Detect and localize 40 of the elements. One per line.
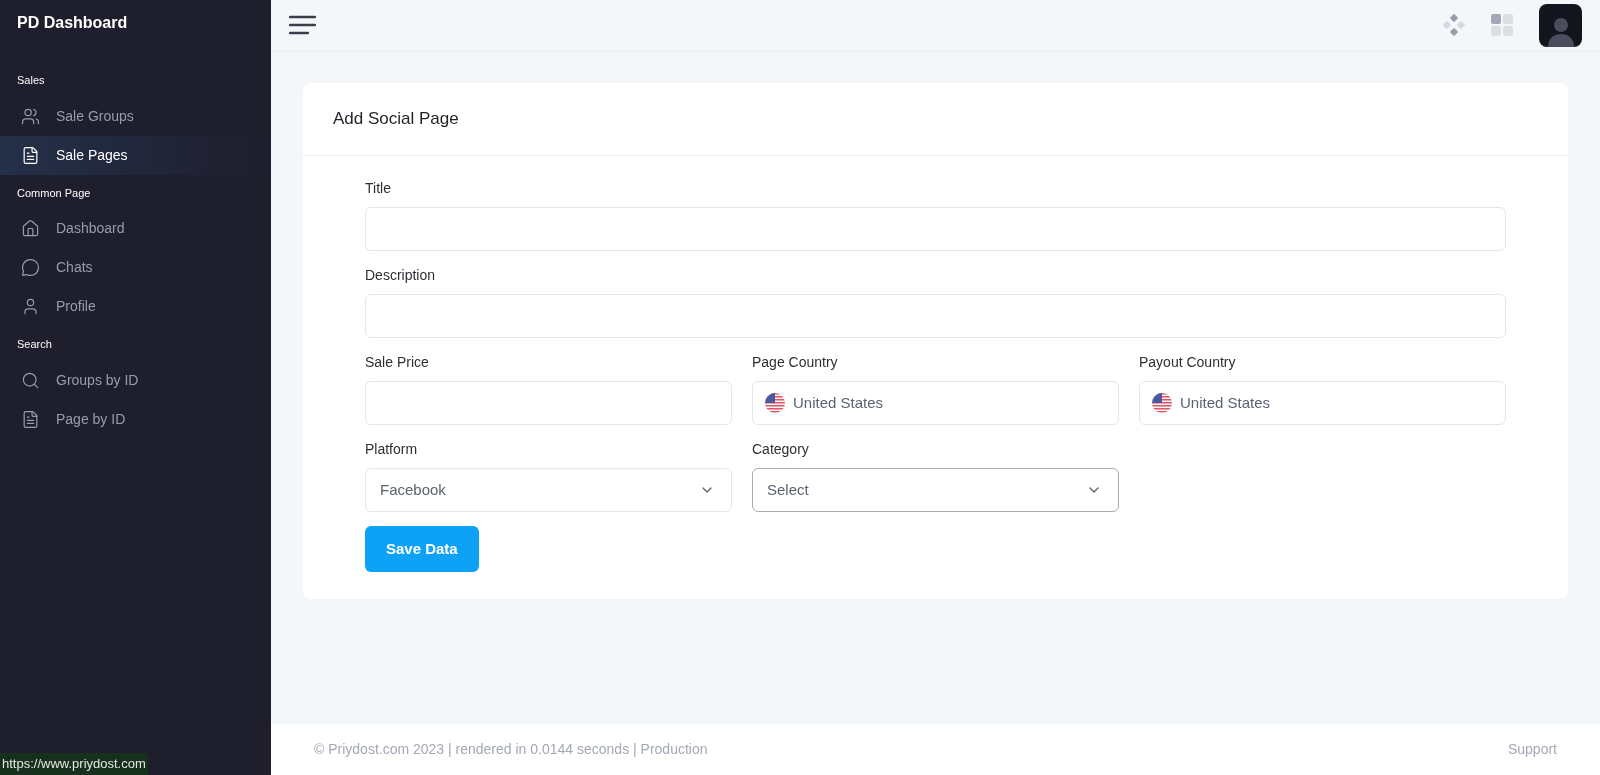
document-icon <box>21 409 40 429</box>
users-icon <box>21 106 40 126</box>
nav-item[interactable]: Chats <box>0 248 271 287</box>
field-label: Sale Price <box>365 353 430 372</box>
avatar[interactable] <box>1539 3 1582 47</box>
card-title: Add Social Page <box>333 108 459 131</box>
chat-bubble-icon <box>21 258 40 277</box>
select-field[interactable]: Facebook <box>365 468 732 512</box>
user-icon <box>21 297 40 316</box>
input-field[interactable] <box>365 294 1506 338</box>
section-heading: Common Page <box>16 185 92 201</box>
nav-item[interactable]: Dashboard <box>0 209 271 248</box>
document-icon <box>21 145 40 165</box>
brand-title: PD Dashboard <box>17 13 128 33</box>
nav-item[interactable]: Sale Groups <box>0 96 271 136</box>
flag-icon <box>765 393 785 413</box>
flag-icon <box>1152 393 1172 413</box>
input-field[interactable] <box>365 381 732 425</box>
nav-item[interactable]: Profile <box>0 287 271 326</box>
link-preview-tooltip: https://www.priydost.com <box>0 753 148 775</box>
country-field[interactable]: United States <box>752 381 1119 425</box>
menu-icon[interactable] <box>289 15 316 35</box>
nav-item[interactable]: Groups by ID <box>0 360 271 400</box>
section-heading: Search <box>16 337 53 352</box>
search-icon <box>21 370 40 390</box>
field-label: Payout Country <box>1139 353 1237 372</box>
country-field[interactable]: United States <box>1139 381 1506 425</box>
section-heading: Sales <box>16 73 46 88</box>
grid-icon[interactable] <box>1491 14 1513 36</box>
footer-text: © Priydost.com 2023 | rendered in 0.0144 seconds | Production <box>314 740 708 759</box>
input-field[interactable] <box>365 207 1506 251</box>
field-label: Description <box>365 266 437 285</box>
field-label: Category <box>752 440 810 459</box>
field-label: Page Country <box>752 353 839 372</box>
field-label: Title <box>365 179 392 198</box>
home-icon <box>21 219 40 238</box>
diamond-dots-icon[interactable] <box>1443 14 1465 36</box>
nav-item[interactable]: Page by ID <box>0 399 271 439</box>
select-field[interactable]: Select <box>752 468 1119 512</box>
field-label: Platform <box>365 440 419 459</box>
